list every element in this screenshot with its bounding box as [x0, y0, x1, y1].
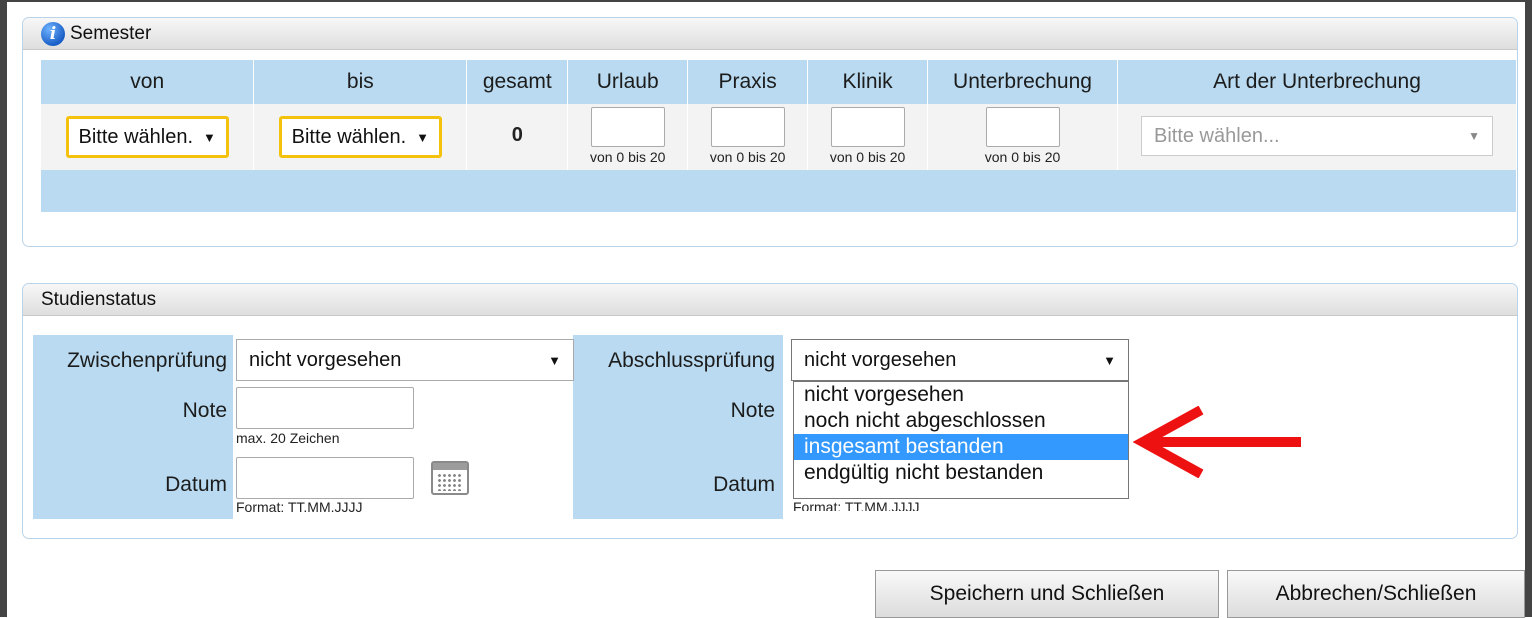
praxis-hint: von 0 bis 20: [709, 149, 786, 165]
semester-footer: [41, 170, 1517, 212]
datum-hint-left: Format: TT.MM.JJJJ: [236, 499, 363, 515]
urlaub-cell: von 0 bis 20: [567, 104, 689, 170]
save-and-close-button[interactable]: Speichern und Schließen: [875, 570, 1219, 618]
unterbrechung-input[interactable]: [985, 107, 1060, 147]
praxis-cell: von 0 bis 20: [687, 104, 809, 170]
semester-table: von bis gesamt Urlaub Praxis Klinik Unte…: [41, 60, 1518, 212]
semester-panel-header: i Semester: [23, 18, 1517, 50]
datum-label-right: Datum: [713, 473, 775, 496]
chevron-down-icon: ▼: [1103, 352, 1116, 368]
art-placeholder: Bitte wählen...: [1153, 124, 1280, 147]
datum-input-left[interactable]: [236, 457, 414, 499]
bis-select-value: Bitte wählen.: [291, 125, 407, 148]
urlaub-hint: von 0 bis 20: [589, 149, 666, 165]
note-label-right: Note: [730, 399, 775, 422]
chevron-down-icon: ▼: [1468, 129, 1480, 143]
note-input-left[interactable]: [236, 387, 414, 429]
abschlusspruefung-select[interactable]: nicht vorgesehen ▼: [791, 339, 1129, 381]
col-von: von: [41, 60, 255, 104]
studienstatus-panel-header: Studienstatus: [23, 284, 1517, 316]
col-unterbrechung: Unterbrechung: [927, 60, 1118, 104]
bis-select[interactable]: Bitte wählen. ▼: [278, 116, 443, 158]
annotation-arrow-icon: [1133, 406, 1301, 478]
chevron-down-icon: ▼: [203, 129, 216, 145]
praxis-input[interactable]: [710, 107, 785, 147]
info-icon[interactable]: i: [41, 21, 65, 46]
col-bis: bis: [253, 60, 468, 104]
chevron-down-icon: ▼: [416, 129, 430, 145]
semester-title: Semester: [70, 22, 152, 44]
semester-footer-row: [41, 170, 1517, 212]
semester-header-row: von bis gesamt Urlaub Praxis Klinik Unte…: [41, 60, 1518, 104]
col-klinik: Klinik: [807, 60, 929, 104]
art-der-unterbrechung-select[interactable]: Bitte wählen... ▼: [1140, 116, 1493, 156]
gesamt-value: 0: [511, 124, 523, 146]
note-label-left: Note: [182, 399, 227, 422]
studienstatus-title: Studienstatus: [41, 288, 157, 310]
dropdown-option[interactable]: endgültig nicht bestanden: [794, 460, 1128, 486]
datum-hint-right: Format: TT.MM.JJJJ: [793, 499, 920, 511]
zwischenpruefung-value: nicht vorgesehen: [249, 348, 402, 371]
col-urlaub: Urlaub: [567, 60, 689, 104]
col-gesamt: gesamt: [466, 60, 569, 104]
gesamt-cell: 0: [466, 104, 569, 170]
abschlusspruefung-label: Abschlussprüfung: [608, 349, 775, 372]
cancel-close-button[interactable]: Abbrechen/Schließen: [1227, 570, 1525, 618]
klinik-hint: von 0 bis 20: [829, 149, 906, 165]
unterbrechung-hint: von 0 bis 20: [984, 149, 1061, 165]
von-select-value: Bitte wählen.: [78, 125, 194, 148]
dropdown-option[interactable]: nicht vorgesehen: [794, 382, 1128, 408]
von-cell: Bitte wählen. ▼: [41, 104, 255, 170]
dropdown-option-selected[interactable]: insgesamt bestanden: [794, 434, 1128, 460]
semester-input-row: Bitte wählen. ▼ Bitte wählen. ▼ 0 von 0 …: [41, 104, 1518, 170]
dropdown-option[interactable]: noch nicht abgeschlossen: [794, 408, 1128, 434]
abschluss-dropdown-list[interactable]: nicht vorgesehen noch nicht abgeschlosse…: [793, 381, 1129, 499]
chevron-down-icon: ▼: [548, 352, 561, 368]
datum-label-left: Datum: [165, 473, 227, 496]
abschlusspruefung-value: nicht vorgesehen: [804, 348, 957, 371]
col-art-der-unterbrechung: Art der Unterbrechung: [1117, 60, 1518, 104]
semester-panel: i Semester von bis gesamt Urlaub Praxis …: [22, 17, 1518, 247]
art-cell: Bitte wählen... ▼: [1117, 104, 1518, 170]
zwischenpruefung-select[interactable]: nicht vorgesehen ▼: [236, 339, 574, 381]
zwischenpruefung-label: Zwischenprüfung: [67, 349, 227, 372]
klinik-cell: von 0 bis 20: [807, 104, 929, 170]
bis-cell: Bitte wählen. ▼: [253, 104, 468, 170]
col-praxis: Praxis: [687, 60, 809, 104]
calendar-icon[interactable]: [431, 461, 469, 495]
unterbrechung-cell: von 0 bis 20: [927, 104, 1118, 170]
von-select[interactable]: Bitte wählen. ▼: [65, 116, 229, 158]
note-hint-left: max. 20 Zeichen: [236, 430, 340, 446]
urlaub-input[interactable]: [590, 107, 665, 147]
klinik-input[interactable]: [830, 107, 905, 147]
dialog-frame: i Semester von bis gesamt Urlaub Praxis …: [0, 0, 1532, 618]
